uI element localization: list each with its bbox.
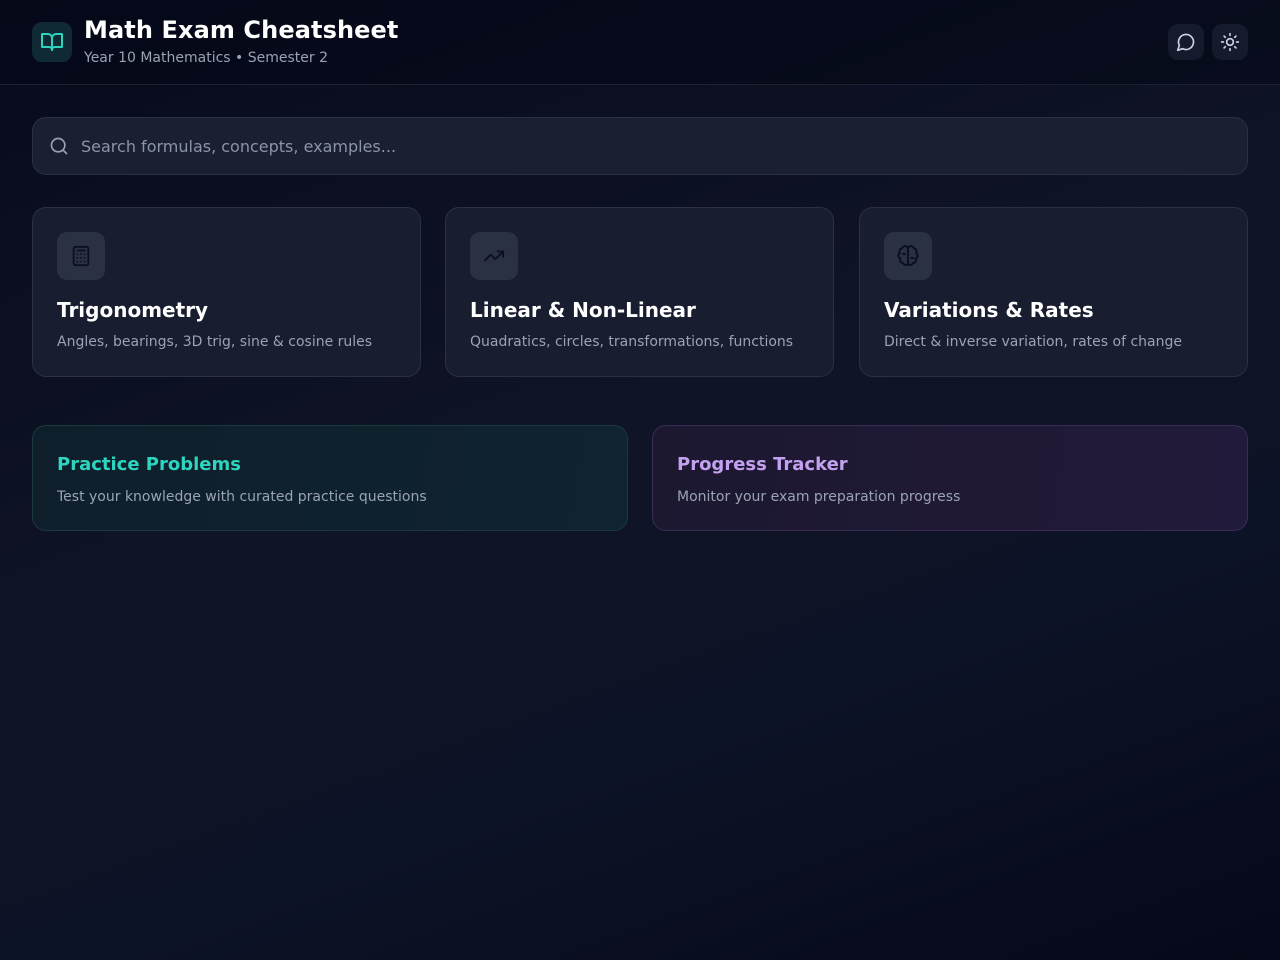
logo — [32, 22, 72, 62]
trending-up-icon — [483, 250, 505, 262]
chat-icon — [1176, 33, 1195, 52]
feature-title: Progress Tracker — [677, 454, 848, 475]
topic-card-linear-non-linear[interactable]: Linear & Non-Linear Quadratics, circles,… — [445, 207, 834, 377]
sun-icon — [1220, 32, 1240, 52]
page-subtitle: Year 10 Mathematics • Semester 2 — [84, 50, 328, 66]
book-open-icon — [41, 33, 63, 51]
feature-title: Practice Problems — [57, 454, 241, 475]
topic-card-variations-rates[interactable]: Variations & Rates Direct & inverse vari… — [859, 207, 1248, 377]
search-bar — [32, 117, 1248, 175]
theme-toggle-button[interactable] — [1212, 24, 1248, 60]
topic-description: Angles, bearings, 3D trig, sine & cosine… — [57, 334, 373, 350]
feature-description: Monitor your exam preparation progress — [677, 489, 961, 505]
search-input[interactable] — [81, 118, 1231, 174]
practice-problems-card[interactable]: Practice Problems Test your knowledge wi… — [32, 425, 628, 531]
page-title: Math Exam Cheatsheet — [84, 16, 399, 44]
topic-title: Variations & Rates — [884, 298, 1094, 322]
topic-icon-box — [470, 232, 518, 280]
topic-icon-box — [57, 232, 105, 280]
calculator-icon — [72, 245, 90, 267]
topic-description: Quadratics, circles, transformations, fu… — [470, 334, 794, 350]
topic-icon-box — [884, 232, 932, 280]
progress-tracker-card[interactable]: Progress Tracker Monitor your exam prepa… — [652, 425, 1248, 531]
app-header: Math Exam Cheatsheet Year 10 Mathematics… — [0, 0, 1280, 85]
feature-description: Test your knowledge with curated practic… — [57, 489, 427, 505]
topic-description: Direct & inverse variation, rates of cha… — [884, 334, 1182, 350]
chat-button[interactable] — [1168, 24, 1204, 60]
brain-icon — [897, 245, 919, 266]
search-icon — [49, 136, 69, 156]
topic-title: Linear & Non-Linear — [470, 298, 696, 322]
topic-title: Trigonometry — [57, 298, 209, 322]
topic-card-trigonometry[interactable]: Trigonometry Angles, bearings, 3D trig, … — [32, 207, 421, 377]
